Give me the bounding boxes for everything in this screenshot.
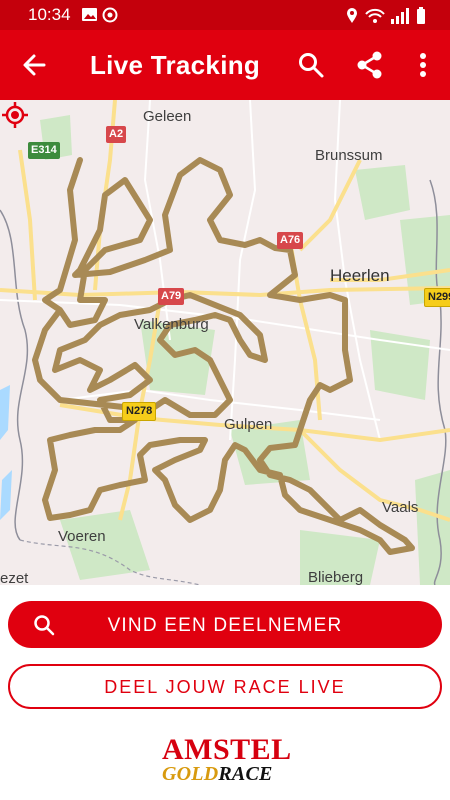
road-shield-a76: A76: [277, 232, 304, 249]
share-race-live-label: DEEL JOUW RACE LIVE: [104, 677, 346, 697]
place-label-voeren: Voeren: [58, 528, 106, 545]
page-title: Live Tracking: [90, 50, 261, 80]
place-label-blieberg: Blieberg: [308, 569, 364, 585]
race-route: [32, 157, 415, 555]
map-water: [0, 385, 10, 440]
share-icon[interactable]: [355, 50, 385, 80]
amstel-gold-race-logo: AMSTEL GOLDRACE: [162, 733, 292, 788]
logo-goldrace-text: GOLDRACE: [162, 763, 273, 786]
place-label-geleen: Geleen: [143, 108, 192, 125]
back-arrow-icon[interactable]: [18, 50, 52, 80]
find-participant-button[interactable]: VIND EEN DEELNEMER: [8, 601, 442, 648]
logo-amstel-text: AMSTEL: [162, 733, 292, 766]
place-label-heerlen: Heerlen: [330, 266, 390, 285]
road-shield-e314: E314: [28, 142, 60, 159]
road-shield-n278: N278: [122, 402, 157, 421]
find-participant-label: VIND EEN DEELNEMER: [107, 615, 343, 636]
road-shield-a79: A79: [158, 288, 185, 305]
map-water-2: [0, 470, 12, 520]
place-label-brunssum: Brunssum: [315, 147, 383, 164]
logo-gold-text: GOLD: [162, 763, 219, 785]
more-options-icon[interactable]: [408, 50, 438, 80]
road-shield-n299: N299: [424, 288, 450, 307]
road-shield-a2: A2: [106, 126, 127, 143]
notification-icons: [82, 7, 122, 28]
app-bar: Live Tracking: [0, 30, 450, 100]
place-label-vaals: Vaals: [382, 499, 419, 516]
logo-race-text: RACE: [218, 763, 273, 785]
status-bar: 10:34: [0, 0, 450, 30]
search-icon[interactable]: [296, 50, 326, 80]
status-time: 10:34: [28, 5, 71, 24]
place-label-partial: ezet: [0, 570, 29, 585]
route-map[interactable]: Geleen Brunssum Heerlen Valkenburg Gulpe…: [0, 100, 450, 585]
share-race-live-button[interactable]: DEEL JOUW RACE LIVE: [8, 664, 442, 709]
my-location-icon[interactable]: [0, 100, 30, 130]
place-label-gulpen: Gulpen: [224, 416, 273, 433]
system-icons: [346, 7, 428, 30]
place-label-valkenburg: Valkenburg: [134, 316, 209, 333]
